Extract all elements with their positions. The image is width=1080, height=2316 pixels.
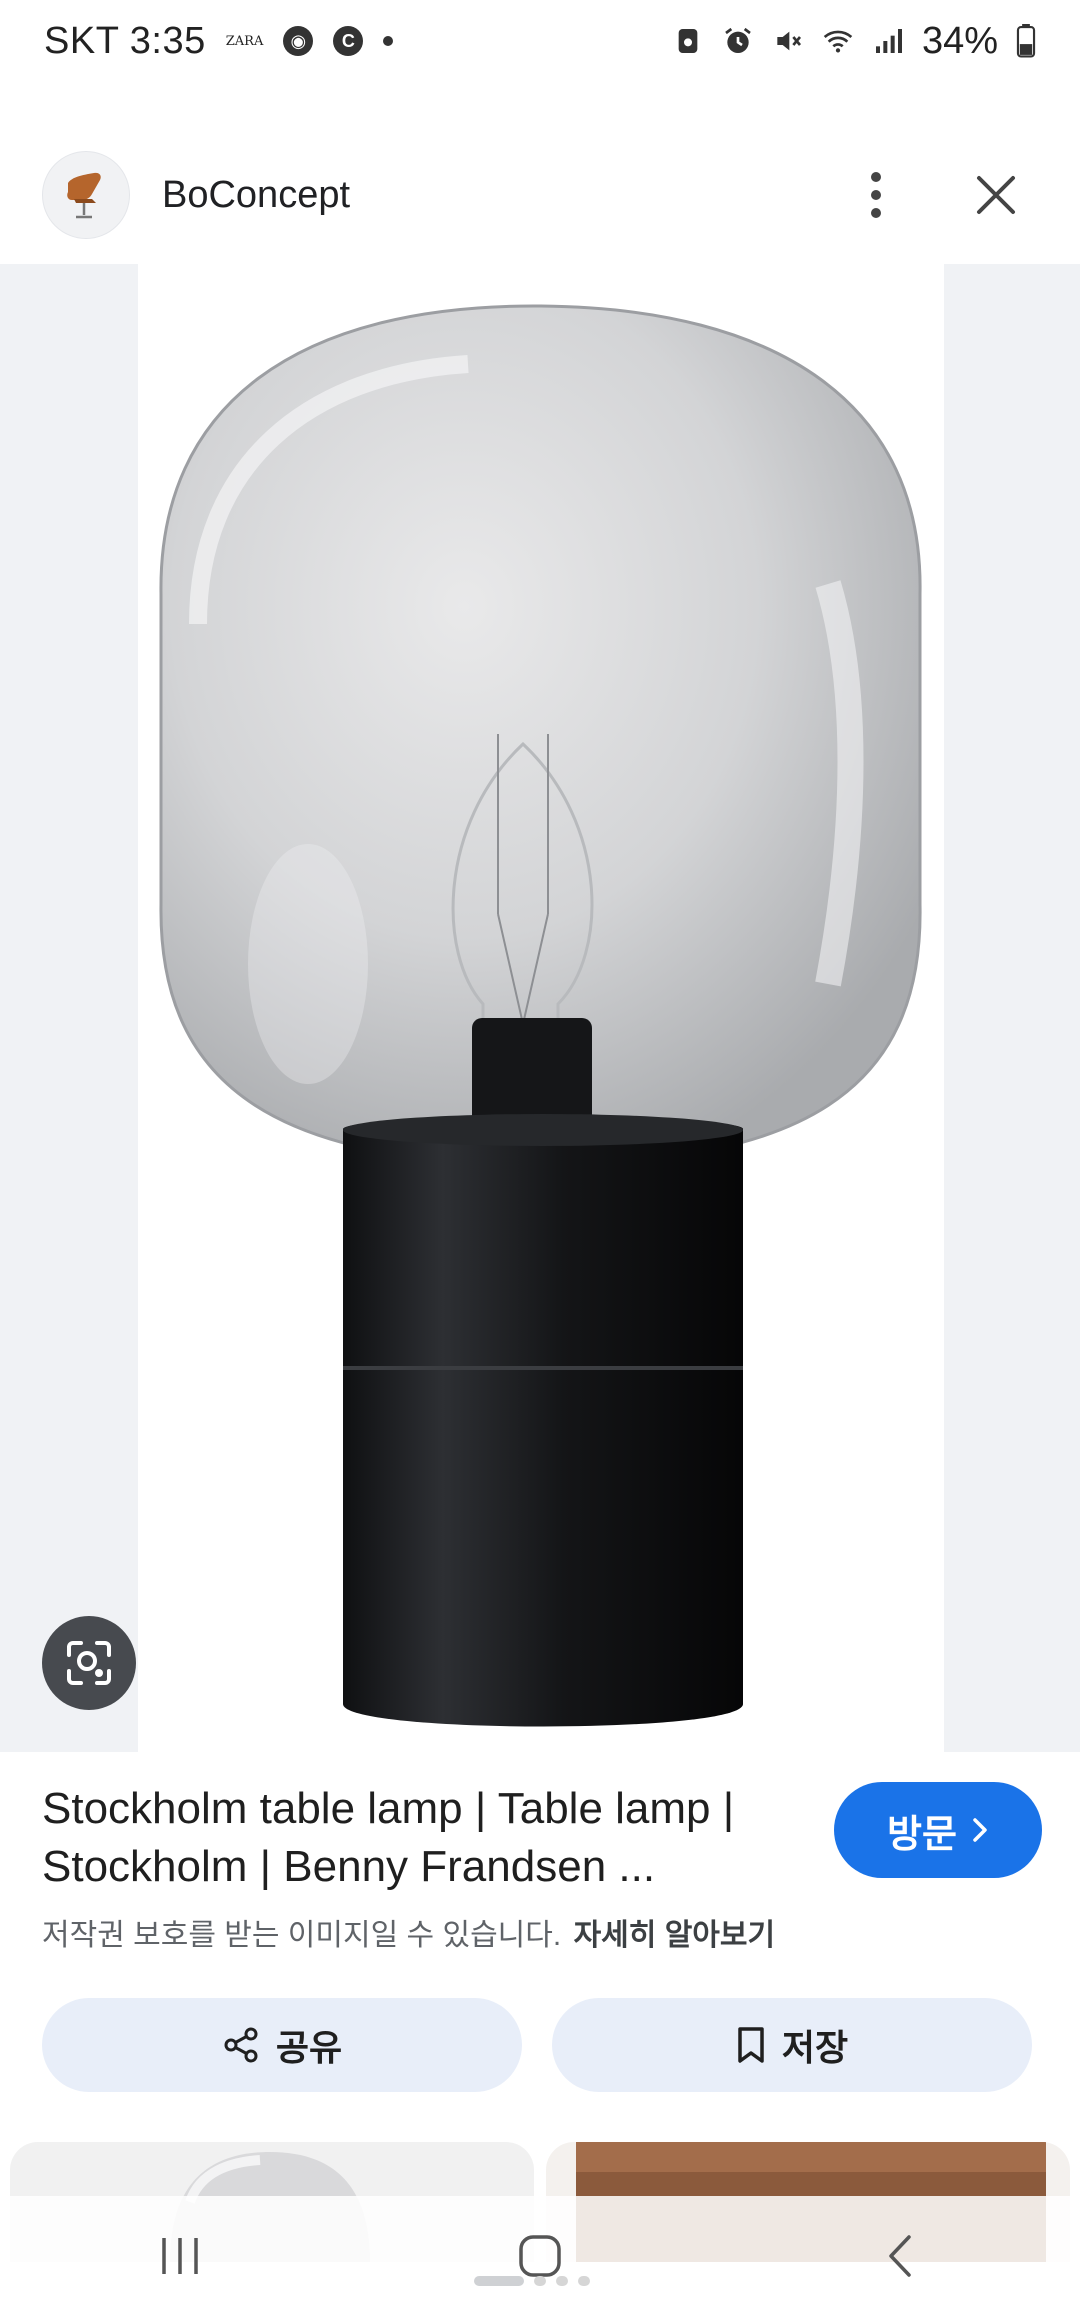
home-button[interactable] (480, 2206, 600, 2306)
share-button[interactable]: 공유 (42, 1998, 522, 2092)
lamp-image[interactable] (138, 264, 944, 1752)
battery-icon (1016, 24, 1036, 58)
home-icon (519, 2235, 561, 2277)
back-button[interactable] (840, 2206, 960, 2306)
more-options-button[interactable] (846, 165, 906, 225)
lamp-illustration (159, 304, 922, 1727)
c-notification-icon: C (333, 26, 364, 56)
chair-logo-icon (67, 172, 101, 219)
chevron-right-icon (973, 1818, 987, 1842)
page-dot (578, 2276, 590, 2286)
mute-icon (777, 31, 801, 51)
battery-percent: 34% (921, 19, 998, 62)
visit-button[interactable]: 방문 (834, 1782, 1042, 1878)
page-dot (534, 2276, 546, 2286)
copyright-notice: 저작권 보호를 받는 이미지일 수 있습니다. 자세히 알아보기 (42, 1910, 1042, 1954)
signal-icon (875, 29, 902, 53)
share-icon (224, 2027, 258, 2063)
lens-search-icon (67, 1641, 111, 1685)
visit-label: 방문 (887, 1813, 957, 1856)
lock-screen-icon (678, 29, 698, 53)
status-bar: SKT 3:35 ZARA ◉ C 34% (0, 0, 1080, 82)
close-icon (977, 176, 1015, 214)
status-left: SKT 3:35 ZARA ◉ C (44, 19, 394, 63)
save-label: 저장 (781, 2027, 849, 2068)
image-viewer[interactable] (0, 264, 1080, 1752)
page-indicator (474, 2276, 590, 2286)
learn-more-link[interactable]: 자세히 알아보기 (574, 1919, 776, 1952)
recent-apps-button[interactable] (120, 2206, 240, 2306)
back-icon (889, 2235, 911, 2277)
site-name[interactable]: BoConcept (162, 174, 350, 217)
lens-search-button[interactable] (42, 1616, 136, 1710)
page-dot (556, 2276, 568, 2286)
result-info: Stockholm table lamp | Table lamp | Stoc… (42, 1780, 1042, 1954)
site-avatar[interactable] (42, 151, 130, 239)
share-label: 공유 (275, 2027, 343, 2068)
copyright-text: 저작권 보호를 받는 이미지일 수 있습니다. (42, 1919, 562, 1952)
bookmark-icon (738, 2027, 764, 2063)
wifi-icon (823, 30, 853, 53)
title-row: Stockholm table lamp | Table lamp | Stoc… (42, 1780, 1042, 1896)
more-notifications-dot-icon (383, 36, 394, 46)
zara-notification-icon: ZARA (225, 33, 264, 49)
save-button[interactable]: 저장 (552, 1998, 1032, 2092)
action-row: 공유 저장 (42, 1998, 1032, 2092)
page-dot-active (474, 2276, 524, 2286)
status-right: 34% (672, 20, 1036, 63)
close-button[interactable] (966, 165, 1026, 225)
chrome-notification-icon: ◉ (283, 26, 314, 56)
product-title[interactable]: Stockholm table lamp | Table lamp | Stoc… (42, 1780, 802, 1896)
more-vertical-icon (871, 172, 881, 218)
header-actions (846, 165, 1038, 225)
recent-apps-icon (162, 2238, 198, 2274)
system-nav-bar (0, 2196, 1080, 2316)
alarm-icon (725, 27, 751, 53)
status-carrier-time: SKT 3:35 (44, 19, 206, 62)
source-header: BoConcept (0, 140, 1080, 250)
